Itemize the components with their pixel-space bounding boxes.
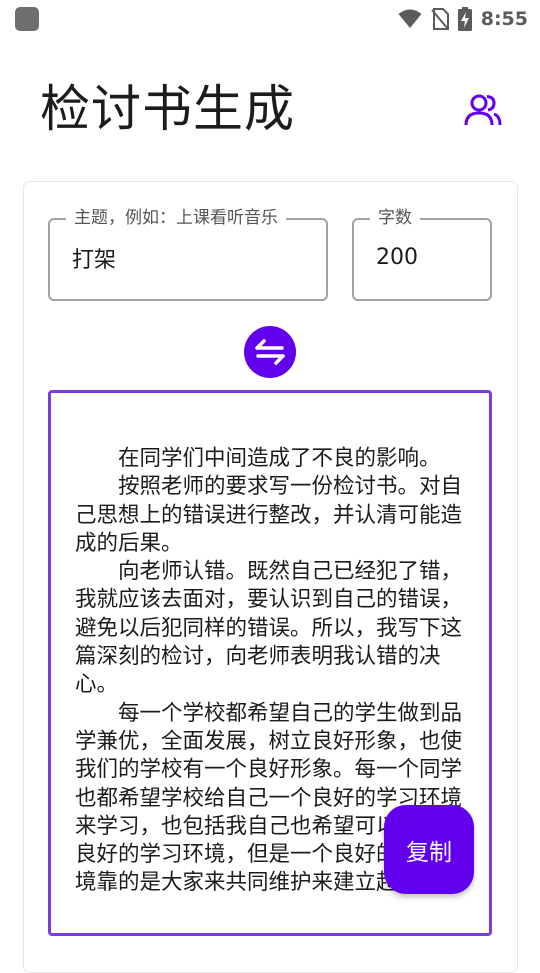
users-button[interactable]: [462, 89, 504, 131]
output-paragraph: 向老师认错。既然自己已经犯了错，我就应该去面对，要认识到自己的错误，避免以后犯同…: [75, 559, 463, 698]
wifi-icon: [398, 9, 422, 28]
page-title: 检讨书生成: [40, 80, 295, 138]
topic-field[interactable]: 主题，例如：上课看听音乐: [48, 208, 328, 301]
word-count-label: 字数: [370, 208, 420, 228]
output-paragraph: 在同学们中间造成了不良的影响。: [118, 446, 441, 471]
word-count-field[interactable]: 字数: [352, 208, 492, 301]
no-sim-icon: [430, 8, 449, 30]
status-time: 8:55: [480, 8, 528, 30]
swap-arrows-icon: [255, 339, 285, 365]
users-icon: [464, 94, 502, 126]
topic-input[interactable]: [72, 245, 308, 270]
topic-field-label: 主题，例如：上课看听音乐: [66, 208, 286, 228]
word-count-input[interactable]: [376, 245, 472, 270]
status-bar: 8:55: [0, 0, 540, 38]
app-icon: [15, 7, 39, 31]
generate-button[interactable]: [244, 326, 296, 378]
output-paragraph: 按照老师的要求写一份检讨书。对自己思想上的错误进行整改，并认清可能造成的后果。: [75, 474, 463, 556]
status-icons: 8:55: [398, 6, 528, 32]
battery-charging-icon: [457, 7, 472, 31]
copy-button[interactable]: 复制: [384, 805, 474, 894]
